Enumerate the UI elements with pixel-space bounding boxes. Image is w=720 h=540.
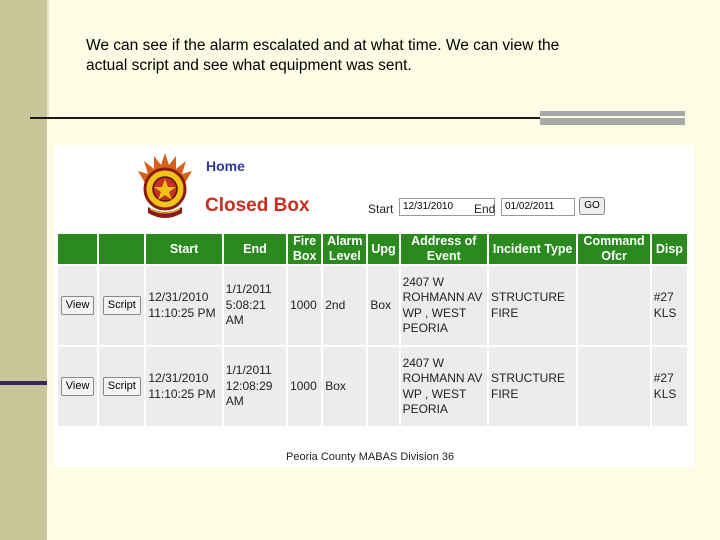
closed-box-table: Start End Fire Box Alarm Level Upg Addre… bbox=[56, 232, 689, 428]
end-cell: 1/1/2011 5:08:21 AM bbox=[223, 266, 287, 345]
address-cell: 2407 W ROHMANN AV WP , WEST PEORIA bbox=[400, 266, 487, 345]
incident-type-cell: STRUCTURE FIRE bbox=[488, 266, 577, 345]
go-button[interactable]: GO bbox=[579, 197, 605, 215]
incident-type-cell: STRUCTURE FIRE bbox=[488, 347, 577, 426]
table-header-row: Start End Fire Box Alarm Level Upg Addre… bbox=[58, 234, 687, 264]
column-header-alarm-level[interactable]: Alarm Level bbox=[323, 234, 367, 264]
command-ofcr-cell bbox=[578, 347, 650, 426]
column-header-start[interactable]: Start bbox=[146, 234, 222, 264]
view-cell: View bbox=[58, 347, 98, 426]
column-header-end[interactable]: End bbox=[223, 234, 287, 264]
column-header-upg[interactable]: Upg bbox=[368, 234, 399, 264]
column-header-disp[interactable]: Disp bbox=[651, 234, 687, 264]
command-ofcr-cell bbox=[578, 266, 650, 345]
alarm-level-cell: Box bbox=[323, 347, 367, 426]
address-cell: 2407 W ROHMANN AV WP , WEST PEORIA bbox=[400, 347, 487, 426]
column-header-fire-box[interactable]: Fire Box bbox=[288, 234, 322, 264]
upg-cell bbox=[368, 347, 399, 426]
table-row: View Script 12/31/2010 11:10:25 PM 1/1/2… bbox=[58, 266, 687, 345]
start-date-label: Start bbox=[368, 202, 394, 216]
slide-accent-mark bbox=[0, 381, 47, 385]
view-button[interactable]: View bbox=[60, 295, 95, 316]
slide-side-line bbox=[47, 0, 49, 118]
column-header-command-ofcr[interactable]: Command Ofcr bbox=[578, 234, 650, 264]
slide-rule bbox=[30, 117, 540, 119]
fire-department-emblem-icon bbox=[138, 153, 192, 218]
disp-cell: #27 KLS bbox=[651, 347, 687, 426]
slide-caption: We can see if the alarm escalated and at… bbox=[86, 37, 560, 74]
alarm-level-cell: 2nd bbox=[323, 266, 367, 345]
start-cell: 12/31/2010 11:10:25 PM bbox=[146, 347, 222, 426]
embedded-screenshot: Home Closed Box Start 12/31/2010 End 01/… bbox=[54, 145, 694, 467]
view-cell: View bbox=[58, 266, 98, 345]
view-button[interactable]: View bbox=[60, 376, 95, 397]
fire-box-cell: 1000 bbox=[288, 347, 322, 426]
page-title: Closed Box bbox=[205, 195, 310, 216]
end-date-label: End bbox=[474, 202, 496, 216]
end-date-field[interactable]: 01/02/2011 bbox=[501, 198, 575, 216]
column-header-address[interactable]: Address of Event bbox=[400, 234, 487, 264]
slide-side-bar bbox=[0, 0, 47, 540]
script-button[interactable]: Script bbox=[102, 295, 141, 316]
script-cell: Script bbox=[99, 266, 145, 345]
home-link[interactable]: Home bbox=[206, 158, 245, 174]
table-row: View Script 12/31/2010 11:10:25 PM 1/1/2… bbox=[58, 347, 687, 426]
slide-rule-accent bbox=[540, 111, 685, 125]
column-header-script bbox=[99, 234, 145, 264]
end-cell: 1/1/2011 12:08:29 AM bbox=[223, 347, 287, 426]
column-header-view bbox=[58, 234, 98, 264]
script-cell: Script bbox=[99, 347, 145, 426]
column-header-incident-type[interactable]: Incident Type bbox=[488, 234, 577, 264]
upg-cell: Box bbox=[368, 266, 399, 345]
script-button[interactable]: Script bbox=[102, 376, 141, 397]
start-cell: 12/31/2010 11:10:25 PM bbox=[146, 266, 222, 345]
fire-box-cell: 1000 bbox=[288, 266, 322, 345]
footer-text: Peoria County MABAS Division 36 bbox=[286, 451, 455, 463]
disp-cell: #27 KLS bbox=[651, 266, 687, 345]
